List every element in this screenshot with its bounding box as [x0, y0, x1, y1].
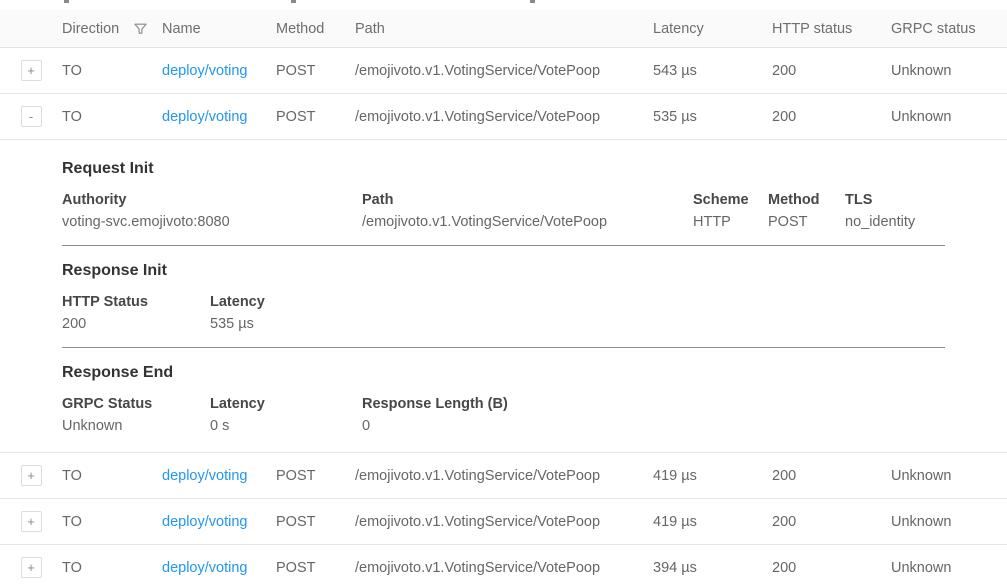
column-header-name: Name [152, 21, 266, 37]
field-label: Authority [62, 192, 352, 208]
collapse-row-button[interactable]: - [21, 106, 42, 127]
tap-requests-table: Direction Name Method Path Latency HTTP … [0, 10, 1007, 586]
field-authority: Authority voting-svc.emojivoto:8080 [62, 192, 362, 230]
response-init-section: Response Init HTTP Status 200 Latency 53… [62, 246, 945, 348]
field-method: Method POST [768, 192, 845, 230]
expand-row-button[interactable]: + [21, 557, 42, 578]
direction-value: TO [52, 514, 152, 530]
table-row-expanded: - TO deploy/voting POST /emojivoto.v1.Vo… [0, 94, 1007, 140]
resource-link[interactable]: deploy/voting [162, 514, 247, 530]
field-label: Scheme [693, 192, 758, 208]
filter-icon[interactable] [133, 21, 148, 36]
path-value: /emojivoto.v1.VotingService/VotePoop [345, 514, 643, 530]
grpc-status-value: Unknown [881, 468, 1007, 484]
section-title: Request Init [62, 160, 945, 178]
column-header-path: Path [345, 21, 643, 37]
field-label: TLS [845, 192, 915, 208]
path-value: /emojivoto.v1.VotingService/VotePoop [345, 109, 643, 125]
grpc-status-value: Unknown [881, 514, 1007, 530]
field-grpc-status: GRPC Status Unknown [62, 396, 210, 434]
field-value: no_identity [845, 214, 915, 230]
direction-value: TO [52, 109, 152, 125]
path-value: /emojivoto.v1.VotingService/VotePoop [345, 63, 643, 79]
field-value: 200 [62, 316, 200, 332]
table-row: + TO deploy/voting POST /emojivoto.v1.Vo… [0, 453, 1007, 499]
column-header-latency: Latency [643, 21, 762, 37]
field-path: Path /emojivoto.v1.VotingService/VotePoo… [362, 192, 693, 230]
resource-link[interactable]: deploy/voting [162, 560, 247, 576]
column-header-direction-label: Direction [62, 21, 119, 37]
method-value: POST [266, 109, 345, 125]
request-init-section: Request Init Authority voting-svc.emojiv… [62, 144, 945, 246]
http-status-value: 200 [762, 468, 881, 484]
resource-link[interactable]: deploy/voting [162, 63, 247, 79]
field-label: Response Length (B) [362, 396, 508, 412]
field-label: HTTP Status [62, 294, 200, 310]
path-value: /emojivoto.v1.VotingService/VotePoop [345, 560, 643, 576]
latency-value: 419 µs [643, 514, 762, 530]
resource-link[interactable]: deploy/voting [162, 109, 247, 125]
expand-row-button[interactable]: + [21, 60, 42, 81]
field-value: HTTP [693, 214, 758, 230]
field-value: /emojivoto.v1.VotingService/VotePoop [362, 214, 683, 230]
section-title: Response End [62, 364, 945, 382]
field-label: Path [362, 192, 683, 208]
field-value: Unknown [62, 418, 200, 434]
http-status-value: 200 [762, 63, 881, 79]
column-header-http-status: HTTP status [762, 21, 881, 37]
field-value: voting-svc.emojivoto:8080 [62, 214, 352, 230]
field-value: 0 s [210, 418, 352, 434]
method-value: POST [266, 468, 345, 484]
latency-value: 535 µs [643, 109, 762, 125]
section-title: Response Init [62, 262, 945, 280]
table-row: + TO deploy/voting POST /emojivoto.v1.Vo… [0, 545, 1007, 586]
field-label: Latency [210, 294, 265, 310]
field-scheme: Scheme HTTP [693, 192, 768, 230]
column-header-direction: Direction [52, 21, 152, 37]
field-http-status: HTTP Status 200 [62, 294, 210, 332]
field-latency: Latency 0 s [210, 396, 362, 434]
cropped-content-fragment [530, 0, 535, 3]
cropped-content-fragment [291, 0, 296, 3]
http-status-value: 200 [762, 560, 881, 576]
direction-value: TO [52, 468, 152, 484]
resource-link[interactable]: deploy/voting [162, 468, 247, 484]
path-value: /emojivoto.v1.VotingService/VotePoop [345, 468, 643, 484]
table-row: + TO deploy/voting POST /emojivoto.v1.Vo… [0, 48, 1007, 94]
field-label: GRPC Status [62, 396, 200, 412]
field-value: POST [768, 214, 835, 230]
response-end-section: Response End GRPC Status Unknown Latency… [62, 348, 945, 434]
grpc-status-value: Unknown [881, 560, 1007, 576]
table-row: + TO deploy/voting POST /emojivoto.v1.Vo… [0, 499, 1007, 545]
request-detail-panel: Request Init Authority voting-svc.emojiv… [0, 140, 1007, 453]
method-value: POST [266, 63, 345, 79]
expand-row-button[interactable]: + [21, 465, 42, 486]
direction-value: TO [52, 560, 152, 576]
grpc-status-value: Unknown [881, 63, 1007, 79]
direction-value: TO [52, 63, 152, 79]
column-header-method: Method [266, 21, 345, 37]
field-label: Method [768, 192, 835, 208]
cropped-toolbar-strip [0, 0, 1007, 10]
field-response-length: Response Length (B) 0 [362, 396, 518, 434]
expand-row-button[interactable]: + [21, 511, 42, 532]
cropped-content-fragment [64, 0, 69, 3]
http-status-value: 200 [762, 109, 881, 125]
field-tls: TLS no_identity [845, 192, 925, 230]
field-label: Latency [210, 396, 352, 412]
latency-value: 419 µs [643, 468, 762, 484]
grpc-status-value: Unknown [881, 109, 1007, 125]
field-latency: Latency 535 µs [210, 294, 275, 332]
latency-value: 543 µs [643, 63, 762, 79]
field-value: 0 [362, 418, 508, 434]
http-status-value: 200 [762, 514, 881, 530]
method-value: POST [266, 514, 345, 530]
field-value: 535 µs [210, 316, 265, 332]
column-header-grpc-status: GRPC status [881, 21, 1007, 37]
latency-value: 394 µs [643, 560, 762, 576]
table-header-row: Direction Name Method Path Latency HTTP … [0, 10, 1007, 48]
method-value: POST [266, 560, 345, 576]
